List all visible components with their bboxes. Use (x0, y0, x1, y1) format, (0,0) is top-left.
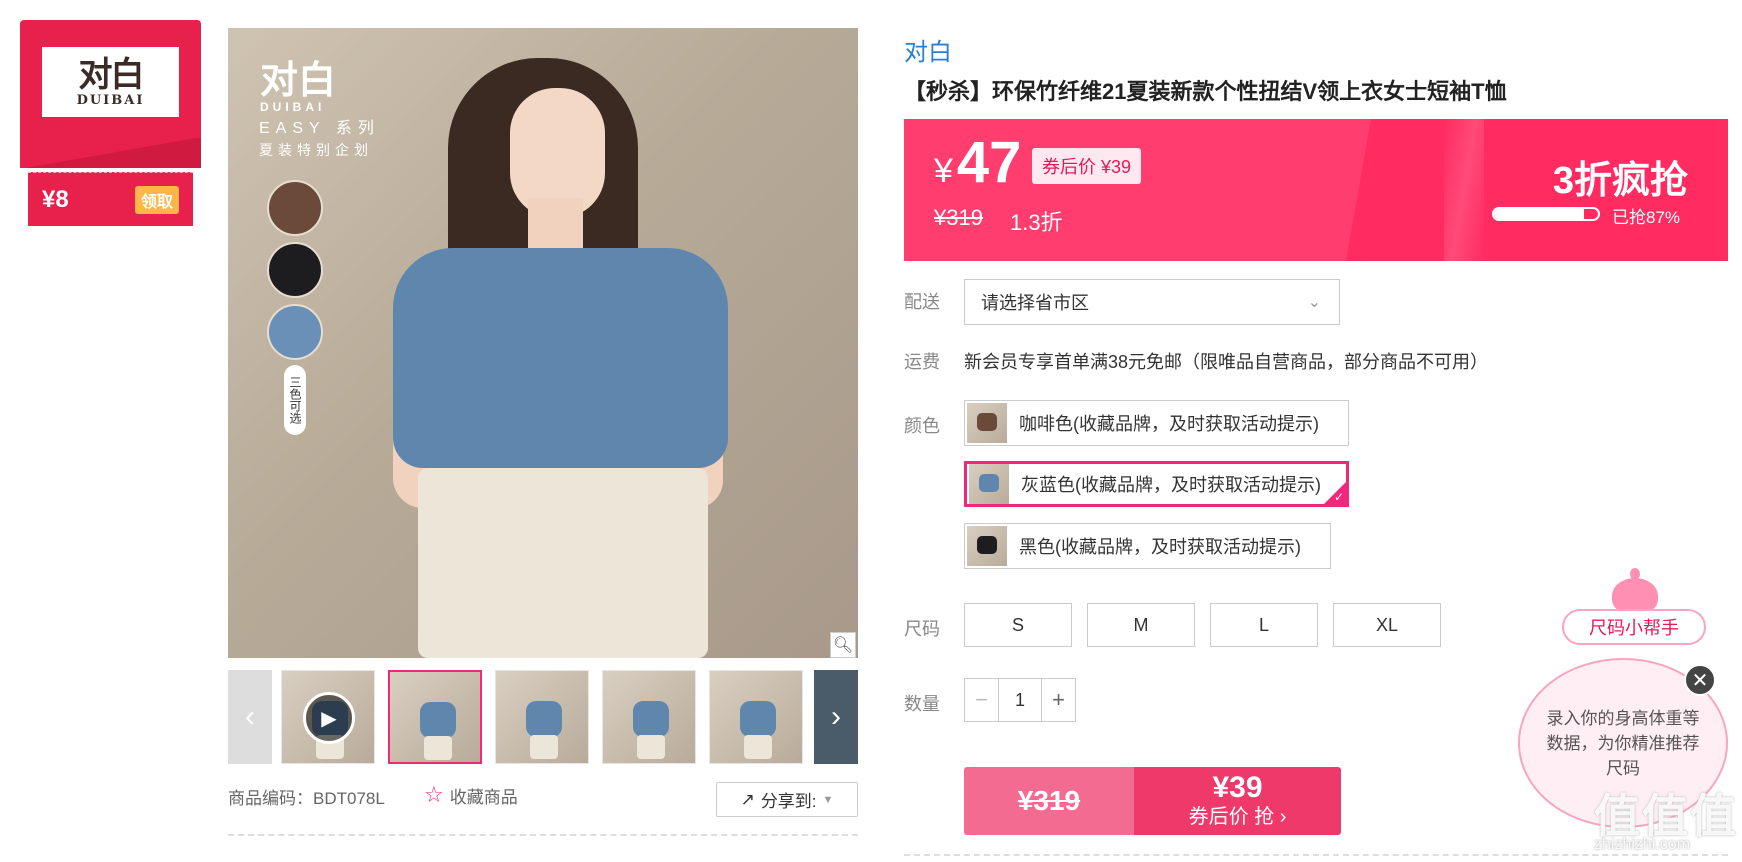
sold-percent-label: 已抢87% (1612, 208, 1681, 227)
brand-logo-main: 对白 (78, 54, 145, 95)
image-logo-main: 对白 (260, 57, 337, 102)
thumbnail-prev-button[interactable]: ‹ (228, 670, 272, 764)
shipping-label: 运费 (904, 352, 940, 372)
brand-logo[interactable]: 对白 DUIBAI (42, 47, 179, 117)
discount-rate: 1.3折 (1010, 210, 1063, 235)
main-product-image[interactable]: 对白 DUIBAI EASY 系列 夏装特别企划 三色可选 🔍︎ (228, 28, 858, 658)
color-option-label: 黑色(收藏品牌，及时获取活动提示) (1019, 537, 1301, 557)
brand-link[interactable]: 对白 (904, 32, 952, 67)
current-price: ¥ 47 (934, 129, 1021, 196)
favorite-label: 收藏商品 (449, 787, 518, 807)
buy-original-price[interactable]: ¥319 (964, 767, 1134, 835)
thumbnail-shorts (744, 735, 772, 759)
divider (228, 834, 858, 836)
buy-price: ¥39 (1212, 771, 1263, 804)
play-icon[interactable]: ▶ (303, 692, 355, 744)
quantity-plus-button[interactable]: + (1041, 679, 1075, 721)
color-thumbnail-shirt (979, 474, 999, 492)
thumbnail-shirt (420, 702, 456, 738)
color-option-label: 咖啡色(收藏品牌，及时获取活动提示) (1019, 414, 1319, 434)
delivery-label: 配送 (904, 292, 940, 312)
image-swatch-black (267, 242, 323, 298)
color-thumbnail (969, 464, 1009, 504)
region-select[interactable]: 请选择省市区 ⌄ (964, 279, 1340, 325)
image-series-text: EASY 系列 (259, 120, 380, 137)
color-thumbnail (967, 526, 1007, 566)
color-option-label: 灰蓝色(收藏品牌，及时获取活动提示) (1021, 475, 1321, 495)
buy-action-label: 券后价 抢 › (1188, 806, 1287, 828)
watermark-url: zhizhizhi.com (1594, 836, 1691, 853)
thumbnail-shorts (424, 736, 452, 760)
size-helper-text: 录入你的身高体重等数据，为你精准推荐尺码 (1546, 708, 1700, 778)
thumbnail-shorts (637, 735, 665, 759)
thumbnail-shirt (740, 701, 776, 737)
original-price: ¥319 (934, 205, 983, 230)
thumbnail-shorts (530, 735, 558, 759)
thumbnail-image[interactable] (495, 670, 589, 764)
claim-coupon-button[interactable]: 领取 (134, 185, 179, 214)
color-label: 颜色 (904, 416, 940, 436)
color-option-coffee[interactable]: 咖啡色(收藏品牌，及时获取活动提示) (964, 400, 1349, 446)
quantity-minus-button[interactable]: − (965, 679, 999, 721)
current-price-value: 47 (956, 130, 1022, 195)
quantity-label: 数量 (904, 694, 940, 714)
share-icon: ↗ (740, 789, 755, 809)
color-thumbnail-shirt (977, 413, 997, 431)
thumbnail-image[interactable] (709, 670, 803, 764)
thumbnail-image[interactable] (388, 670, 482, 764)
check-icon: ✓ (1333, 490, 1344, 504)
thumbnail-strip: ‹ ▶ › (228, 670, 858, 764)
price-banner: ¥ 47 券后价 ¥39 ¥319 1.3折 3折疯抢 已抢87% (904, 119, 1728, 261)
color-thumbnail (967, 403, 1007, 443)
thumbnail-video[interactable]: ▶ (281, 670, 375, 764)
share-label: 分享到: (760, 792, 817, 811)
model-top-garment (393, 248, 728, 468)
size-helper-button[interactable]: 尺码小帮手 (1562, 609, 1706, 645)
coupon-amount: ¥8 (42, 185, 69, 213)
image-swatch-blue (267, 304, 323, 360)
coupon-price-tag: 券后价 ¥39 (1032, 148, 1142, 184)
size-label: 尺码 (904, 619, 940, 639)
thumbnail-shirt (633, 701, 669, 737)
flash-sale-title: 3折疯抢 (1552, 160, 1688, 202)
model-shorts (418, 468, 708, 658)
caret-down-icon: ▼ (822, 793, 834, 806)
color-option-grey-blue[interactable]: 灰蓝色(收藏品牌，及时获取活动提示) ✓ (964, 461, 1349, 507)
shipping-text: 新会员专享首单满38元免邮（限唯品自营商品，部分商品不可用） (964, 352, 1489, 372)
size-option-s[interactable]: S (964, 603, 1072, 647)
sold-progress-fill (1494, 209, 1585, 219)
star-icon: ☆ (424, 782, 444, 807)
size-option-xl[interactable]: XL (1333, 603, 1441, 647)
thumbnail-shirt (526, 701, 562, 737)
sold-progress-bar (1492, 207, 1600, 221)
size-option-l[interactable]: L (1210, 603, 1318, 647)
quantity-input[interactable]: 1 (999, 679, 1041, 721)
favorite-button[interactable]: ☆ 收藏商品 (424, 782, 518, 808)
image-swatch-coffee (267, 180, 323, 236)
size-option-m[interactable]: M (1087, 603, 1195, 647)
thumbnail-image[interactable] (602, 670, 696, 764)
chevron-down-icon: ⌄ (1307, 294, 1321, 311)
color-option-black[interactable]: 黑色(收藏品牌，及时获取活动提示) (964, 523, 1331, 569)
image-plan-text: 夏装特别企划 (259, 142, 373, 158)
thumbnail-next-button[interactable]: › (814, 670, 858, 764)
share-button[interactable]: ↗ 分享到: ▼ (716, 782, 858, 817)
zoom-icon[interactable]: 🔍︎ (830, 632, 856, 658)
divider (904, 854, 1728, 856)
region-select-value: 请选择省市区 (981, 293, 1089, 313)
colors-badge: 三色可选 (284, 365, 306, 435)
image-logo-sub: DUIBAI (260, 100, 326, 114)
brand-coupon-card: 对白 DUIBAI ¥8 领取 (20, 20, 201, 226)
product-code: 商品编码：BDT078L (228, 789, 385, 808)
buy-now-button[interactable]: ¥39 券后价 抢 › (1134, 767, 1341, 835)
quantity-stepper: − 1 + (964, 678, 1076, 722)
color-thumbnail-shirt (977, 536, 997, 554)
close-icon[interactable]: ✕ (1684, 664, 1716, 696)
currency-symbol: ¥ (934, 152, 953, 190)
product-title: 【秒杀】环保竹纤维21夏装新款个性扭结V领上衣女士短袖T恤 (904, 79, 1507, 104)
image-brand-logo: 对白 DUIBAI (260, 57, 337, 115)
brand-coupon-bottom: ¥8 领取 (28, 172, 193, 226)
brand-logo-sub: DUIBAI (76, 92, 145, 108)
